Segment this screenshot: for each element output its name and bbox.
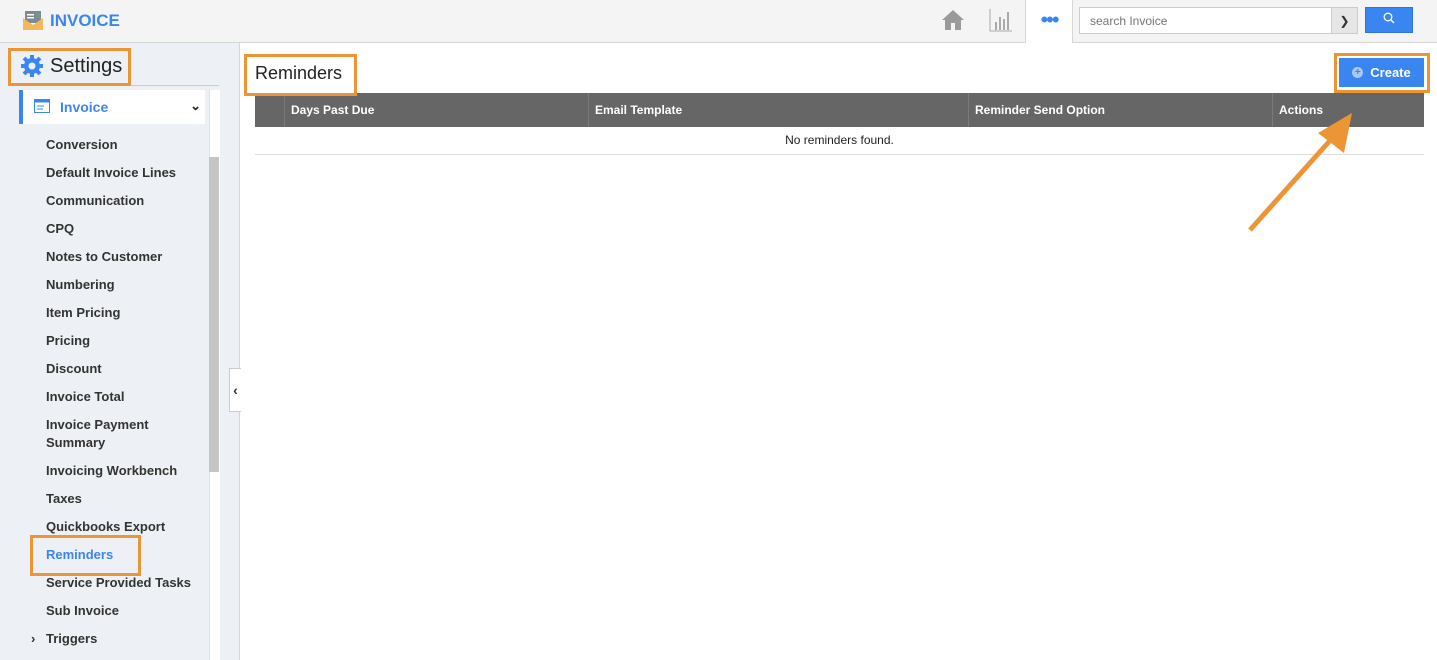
collapse-sidebar-button[interactable]: ‹: [229, 368, 241, 412]
sidebar-item-invoicing-workbench[interactable]: Invoicing Workbench: [46, 462, 177, 480]
sidebar-item-communication[interactable]: Communication: [46, 192, 144, 210]
sidebar-item-reminders[interactable]: Reminders: [46, 546, 113, 564]
sidebar-item-discount[interactable]: Discount: [46, 360, 102, 378]
chart-icon[interactable]: [989, 8, 1013, 32]
search-icon: [1383, 12, 1395, 24]
invoice-envelope-icon: $: [23, 11, 43, 30]
sidebar-item-pricing[interactable]: Pricing: [46, 332, 90, 350]
annotation-arrow-icon: [1248, 113, 1352, 232]
sidebar-item-conversion[interactable]: Conversion: [46, 136, 118, 154]
app-title[interactable]: INVOICE: [50, 11, 120, 31]
sidebar-item-invoice-payment-summary[interactable]: Invoice Payment Summary: [46, 416, 176, 452]
sidebar-item-triggers[interactable]: Triggers: [46, 630, 97, 648]
column-header-reminder-send-option[interactable]: Reminder Send Option: [969, 93, 1273, 127]
create-label: Create: [1370, 65, 1411, 80]
more-icon[interactable]: •••: [1025, 0, 1073, 43]
chevron-right-icon[interactable]: ›: [31, 630, 35, 648]
search-button[interactable]: [1365, 7, 1413, 33]
create-button[interactable]: + Create: [1339, 58, 1424, 87]
sidebar-item-default-invoice-lines[interactable]: Default Invoice Lines: [46, 164, 176, 182]
sidebar-item-service-provided-tasks[interactable]: Service Provided Tasks: [46, 574, 191, 592]
column-header-days-past-due[interactable]: Days Past Due: [285, 93, 589, 127]
invoice-window-icon: [34, 99, 50, 113]
gear-icon: [21, 55, 43, 77]
sidebar-item-numbering[interactable]: Numbering: [46, 276, 115, 294]
sidebar-item-taxes[interactable]: Taxes: [46, 490, 82, 508]
sidebar-item-invoice-total[interactable]: Invoice Total: [46, 388, 125, 406]
settings-sidebar: Settings Invoice ⌄ Conversion Default In…: [0, 43, 240, 660]
search-dropdown-chevron-icon[interactable]: ❯: [1331, 7, 1358, 34]
sidebar-item-sub-invoice[interactable]: Sub Invoice: [46, 602, 119, 620]
sidebar-item-notes-to-customer[interactable]: Notes to Customer: [46, 248, 162, 266]
home-icon[interactable]: [941, 8, 965, 32]
sidebar-item-quickbooks-export[interactable]: Quickbooks Export: [46, 518, 165, 536]
sidebar-section-label: Invoice: [60, 99, 109, 115]
divider: [12, 85, 219, 86]
svg-text:$: $: [36, 13, 40, 20]
sidebar-scrollbar-thumb[interactable]: [209, 157, 219, 472]
top-bar: $ INVOICE ••• ❯: [0, 0, 1437, 43]
settings-title: Settings: [50, 54, 123, 77]
sidebar-item-cpq[interactable]: CPQ: [46, 220, 74, 238]
search-input[interactable]: [1079, 7, 1332, 34]
chevron-down-icon[interactable]: ⌄: [190, 98, 201, 114]
settings-heading: Settings: [20, 54, 122, 78]
plus-circle-icon: +: [1352, 67, 1364, 78]
column-header-email-template[interactable]: Email Template: [589, 93, 969, 127]
sidebar-section-invoice[interactable]: Invoice ⌄: [19, 90, 205, 124]
page-title: Reminders: [255, 63, 343, 83]
sidebar-item-item-pricing[interactable]: Item Pricing: [46, 304, 120, 322]
column-header-select: [255, 93, 285, 127]
